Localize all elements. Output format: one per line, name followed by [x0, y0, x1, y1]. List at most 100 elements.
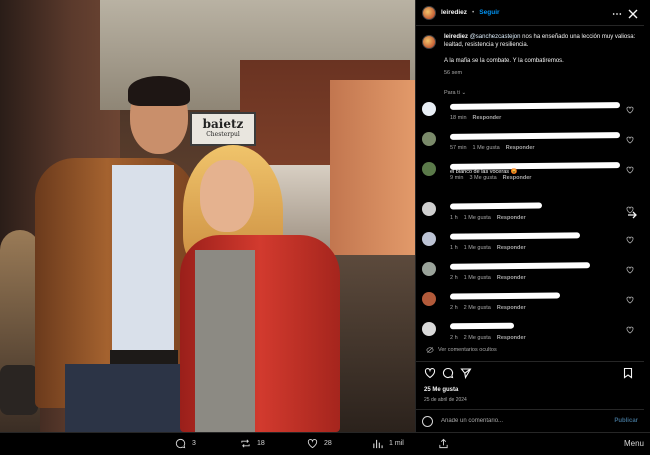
- comment-meta: 2 h 1 Me gusta Responder: [450, 275, 526, 281]
- comment-meta: 9 min 3 Me gusta Responder: [450, 175, 531, 181]
- menu-label[interactable]: Menu: [624, 439, 644, 448]
- reply-button[interactable]: Responder: [497, 305, 526, 311]
- comment-likes[interactable]: 2 Me gusta: [464, 335, 491, 341]
- comment-avatar[interactable]: [422, 292, 436, 306]
- follow-button[interactable]: Seguir: [479, 9, 499, 16]
- comment-input[interactable]: [441, 418, 607, 424]
- man-jeans: [65, 364, 185, 432]
- comment-likes[interactable]: 1 Me gusta: [464, 245, 491, 251]
- chevron-down-icon: ⌄: [461, 90, 467, 96]
- comment-row: 18 min Responder: [422, 100, 638, 126]
- comment-meta: 1 h 1 Me gusta Responder: [450, 245, 526, 251]
- comment-likes[interactable]: 3 Me gusta: [469, 175, 496, 181]
- woman-face: [200, 160, 254, 232]
- next-arrow-icon[interactable]: [626, 209, 638, 221]
- comment-row: 57 min 1 Me gusta Responder: [422, 130, 638, 156]
- comment-composer: Publicar: [416, 410, 644, 432]
- man-belt: [110, 350, 178, 364]
- heart-icon[interactable]: [424, 367, 436, 379]
- reply-button[interactable]: Responder: [497, 245, 526, 251]
- woman-dress: [195, 250, 255, 432]
- comment-time: 2 h: [450, 275, 458, 281]
- comment-heart-icon[interactable]: [626, 296, 634, 304]
- redaction-mark: [449, 292, 561, 300]
- comment-time: 2 h: [450, 335, 458, 341]
- man-hair: [128, 76, 190, 106]
- repost-icon: [241, 439, 250, 448]
- hidden-comments-toggle[interactable]: Ver comentarios ocultos: [426, 346, 497, 354]
- handbag: [0, 365, 38, 415]
- views-count: 1 mil: [389, 440, 404, 447]
- comment-time: 1 h: [450, 245, 458, 251]
- comment-row: 1 h 1 Me gusta Responder: [422, 230, 638, 256]
- more-icon[interactable]: [612, 9, 622, 19]
- comment-time: 2 h: [450, 305, 458, 311]
- comment-avatar[interactable]: [422, 132, 436, 146]
- separator-dot: •: [472, 9, 475, 16]
- comment-meta: 1 h 1 Me gusta Responder: [450, 215, 526, 221]
- comment-likes[interactable]: 2 Me gusta: [464, 305, 491, 311]
- comment-time: 1 h: [450, 215, 458, 221]
- comment-heart-icon[interactable]: [626, 166, 634, 174]
- comment-avatar[interactable]: [422, 322, 436, 336]
- comment-avatar[interactable]: [422, 162, 436, 176]
- comment-avatar[interactable]: [422, 102, 436, 116]
- likes-total[interactable]: 25 Me gusta: [424, 387, 458, 393]
- close-icon[interactable]: [627, 8, 639, 20]
- comment-row: 2 h 1 Me gusta Responder: [422, 260, 638, 286]
- bookmark-icon[interactable]: [622, 367, 634, 379]
- photo-sunny-wall: [330, 80, 415, 270]
- comment-avatar[interactable]: [422, 232, 436, 246]
- reply-button[interactable]: Responder: [497, 335, 526, 341]
- reply-button[interactable]: Responder: [497, 275, 526, 281]
- comment-time: 18 min: [450, 115, 467, 121]
- for-you-filter[interactable]: Para ti ⌄: [444, 90, 466, 96]
- emoji-icon[interactable]: [422, 415, 433, 427]
- caption-line2: A la mafia se la combate. Y la combatire…: [444, 58, 564, 64]
- reply-button[interactable]: Responder: [497, 215, 526, 221]
- reposts-stat[interactable]: 18: [240, 438, 265, 449]
- comment-meta: 2 h 2 Me gusta Responder: [450, 305, 526, 311]
- comment-likes[interactable]: 1 Me gusta: [464, 275, 491, 281]
- caption-mention[interactable]: @sanchezcastejon: [470, 34, 521, 40]
- publish-button[interactable]: Publicar: [614, 418, 638, 424]
- comment-likes[interactable]: 1 Me gusta: [464, 215, 491, 221]
- redaction-mark: [449, 232, 581, 240]
- comment-heart-icon[interactable]: [626, 266, 634, 274]
- action-bar: [422, 367, 638, 383]
- post-photo[interactable]: baietz Chesterpul: [0, 0, 415, 432]
- redaction-mark: [449, 262, 591, 270]
- avatar[interactable]: [422, 5, 436, 20]
- replies-count: 3: [192, 440, 196, 447]
- share-icon[interactable]: [460, 367, 472, 379]
- redaction-mark: [449, 102, 621, 110]
- caption-username[interactable]: leirediez: [444, 34, 468, 40]
- comment-icon[interactable]: [442, 367, 454, 379]
- caption-body: leirediez @sanchezcastejon nos ha enseña…: [444, 33, 638, 77]
- upload-stat[interactable]: [438, 438, 449, 449]
- shop-sign-title: baietz: [202, 117, 244, 131]
- comment-likes[interactable]: 1 Me gusta: [473, 145, 500, 151]
- reply-button[interactable]: Responder: [503, 175, 532, 181]
- caption: leirediez @sanchezcastejon nos ha enseña…: [422, 33, 638, 77]
- post-header: leirediez • Seguir: [416, 0, 644, 26]
- comment-meta: 57 min 1 Me gusta Responder: [450, 145, 534, 151]
- comment-avatar[interactable]: [422, 202, 436, 216]
- comment-time: 9 min: [450, 175, 464, 181]
- comment-heart-icon[interactable]: [626, 106, 634, 114]
- redaction-mark: [449, 202, 543, 210]
- views-stat[interactable]: 1 mil: [372, 438, 404, 449]
- replies-stat[interactable]: 3: [175, 438, 196, 449]
- likes-stat[interactable]: 28: [307, 438, 332, 449]
- reply-button[interactable]: Responder: [473, 115, 502, 121]
- comment-row: 1 h 1 Me gusta Responder: [422, 200, 638, 226]
- reply-button[interactable]: Responder: [506, 145, 535, 151]
- comment-heart-icon[interactable]: [626, 136, 634, 144]
- comment-avatar[interactable]: [422, 262, 436, 276]
- username[interactable]: leirediez: [441, 9, 467, 16]
- caption-avatar[interactable]: [422, 35, 436, 49]
- comment-heart-icon[interactable]: [626, 326, 634, 334]
- for-you-label: Para ti: [444, 90, 460, 96]
- comment-heart-icon[interactable]: [626, 236, 634, 244]
- redaction-mark: [449, 322, 515, 330]
